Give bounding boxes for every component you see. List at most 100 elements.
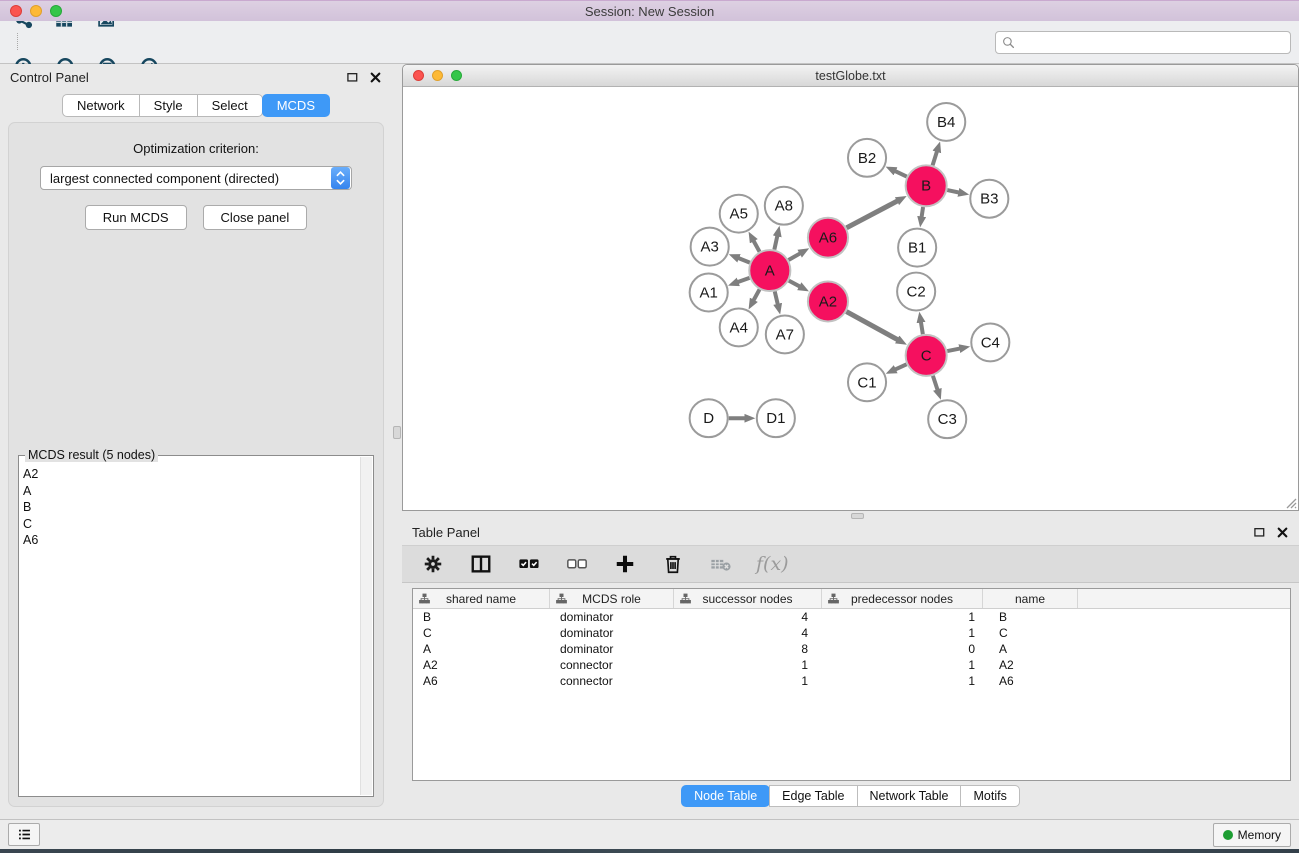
edge-A-A8[interactable] xyxy=(774,236,777,250)
edge-C-C1[interactable] xyxy=(895,364,906,369)
table-row[interactable]: Bdominator41B xyxy=(413,609,1290,625)
cell[interactable]: 0 xyxy=(822,642,983,656)
cell[interactable]: dominator xyxy=(550,610,674,624)
close-panel-button[interactable]: Close panel xyxy=(203,205,308,230)
cell[interactable]: dominator xyxy=(550,626,674,640)
network-window-titlebar[interactable]: testGlobe.txt xyxy=(403,65,1298,87)
column-header-MCDS-role[interactable]: MCDS role xyxy=(550,589,674,608)
tab-edge-table[interactable]: Edge Table xyxy=(769,785,857,807)
edge-A-A1[interactable] xyxy=(738,278,750,282)
cell[interactable]: 4 xyxy=(674,610,822,624)
search-field[interactable] xyxy=(995,31,1291,54)
network-graph[interactable]: B4B2BB3A8A5A6A3B1AA1C2A2A4A7C4CC1C3DD1 xyxy=(403,87,1298,510)
table-panel: Table Panel f(x) shared nameMCDS rolesuc… xyxy=(402,520,1299,819)
edge-B-B1[interactable] xyxy=(922,207,923,217)
cell[interactable]: C xyxy=(983,626,1078,640)
cell[interactable]: 1 xyxy=(822,674,983,688)
memory-button[interactable]: Memory xyxy=(1213,823,1291,847)
edge-A2-C[interactable] xyxy=(846,312,897,340)
resize-handle-icon[interactable] xyxy=(1283,495,1297,509)
tab-network-table[interactable]: Network Table xyxy=(857,785,962,807)
edge-C-C3[interactable] xyxy=(933,376,938,390)
edge-A-A5[interactable] xyxy=(754,241,760,252)
result-item[interactable]: B xyxy=(23,499,371,516)
edge-B-B4[interactable] xyxy=(933,151,937,165)
node-label-A: A xyxy=(765,263,775,280)
tab-style[interactable]: Style xyxy=(139,94,198,117)
network-canvas[interactable]: B4B2BB3A8A5A6A3B1AA1C2A2A4A7C4CC1C3DD1 xyxy=(403,87,1298,510)
hierarchy-icon xyxy=(419,593,430,604)
column-header-successor-nodes[interactable]: successor nodes xyxy=(674,589,822,608)
cell[interactable]: C xyxy=(413,626,550,640)
edge-A-A7[interactable] xyxy=(775,291,778,304)
cell[interactable]: 1 xyxy=(674,674,822,688)
result-item[interactable]: A6 xyxy=(23,532,371,549)
splitter-grip-h[interactable] xyxy=(851,513,864,519)
cell[interactable]: 8 xyxy=(674,642,822,656)
result-item[interactable]: A xyxy=(23,483,371,500)
tab-network[interactable]: Network xyxy=(62,94,140,117)
close-panel-icon[interactable] xyxy=(369,71,382,84)
result-scrollbar[interactable] xyxy=(360,457,372,795)
cell[interactable]: 1 xyxy=(674,658,822,672)
select-all-button[interactable] xyxy=(516,551,542,577)
cell[interactable]: A2 xyxy=(983,658,1078,672)
vertical-splitter[interactable] xyxy=(392,64,402,819)
tab-mcds[interactable]: MCDS xyxy=(262,94,330,117)
node-label-C4: C4 xyxy=(981,334,1000,351)
task-history-button[interactable] xyxy=(8,823,40,846)
cell[interactable]: B xyxy=(413,610,550,624)
cell[interactable]: A xyxy=(983,642,1078,656)
delete-row-button[interactable] xyxy=(660,551,686,577)
float-panel-icon[interactable] xyxy=(346,71,359,84)
edge-C-C4[interactable] xyxy=(947,349,960,352)
table-settings-button[interactable] xyxy=(420,551,446,577)
float-table-panel-icon[interactable] xyxy=(1253,526,1266,539)
column-header-predecessor-nodes[interactable]: predecessor nodes xyxy=(822,589,983,608)
column-header-name[interactable]: name xyxy=(983,589,1078,608)
search-input[interactable] xyxy=(1019,35,1284,49)
edge-A-A3[interactable] xyxy=(739,258,750,262)
deselect-all-button[interactable] xyxy=(564,551,590,577)
criterion-dropdown[interactable]: largest connected component (directed) xyxy=(40,166,352,190)
add-row-button[interactable] xyxy=(612,551,638,577)
criterion-value: largest connected component (directed) xyxy=(41,171,331,186)
result-item[interactable]: A2 xyxy=(23,466,371,483)
close-table-panel-icon[interactable] xyxy=(1276,526,1289,539)
edge-B-B2[interactable] xyxy=(895,171,907,176)
tab-motifs[interactable]: Motifs xyxy=(960,785,1019,807)
result-item[interactable]: C xyxy=(23,516,371,533)
cell[interactable]: A6 xyxy=(413,674,550,688)
edge-B-B3[interactable] xyxy=(947,190,959,192)
column-header-shared-name[interactable]: shared name xyxy=(413,589,550,608)
run-mcds-button[interactable]: Run MCDS xyxy=(85,205,187,230)
edge-C-C2[interactable] xyxy=(921,322,923,334)
tab-node-table[interactable]: Node Table xyxy=(681,785,770,807)
cell[interactable]: A6 xyxy=(983,674,1078,688)
table-row[interactable]: A2connector11A2 xyxy=(413,657,1290,673)
cell[interactable]: 1 xyxy=(822,610,983,624)
splitter-grip[interactable] xyxy=(393,426,401,439)
main-toolbar xyxy=(0,21,1299,64)
edge-A-A4[interactable] xyxy=(754,289,760,300)
cell[interactable]: 1 xyxy=(822,626,983,640)
table-row[interactable]: A6connector11A6 xyxy=(413,673,1290,689)
cell[interactable]: dominator xyxy=(550,642,674,656)
cell[interactable]: connector xyxy=(550,674,674,688)
node-table[interactable]: shared nameMCDS rolesuccessor nodesprede… xyxy=(412,588,1291,781)
edge-A-A2[interactable] xyxy=(789,281,800,287)
table-row[interactable]: Cdominator41C xyxy=(413,625,1290,641)
cell[interactable]: 4 xyxy=(674,626,822,640)
cell[interactable]: connector xyxy=(550,658,674,672)
function-builder-button: f(x) xyxy=(756,553,789,575)
horizontal-splitter[interactable] xyxy=(402,511,1299,520)
cell[interactable]: A2 xyxy=(413,658,550,672)
cell[interactable]: B xyxy=(983,610,1078,624)
tab-select[interactable]: Select xyxy=(197,94,263,117)
cell[interactable]: 1 xyxy=(822,658,983,672)
edge-A6-B[interactable] xyxy=(847,201,898,228)
table-row[interactable]: Adominator80A xyxy=(413,641,1290,657)
edge-A-A6[interactable] xyxy=(789,253,801,260)
column-visibility-button[interactable] xyxy=(468,551,494,577)
cell[interactable]: A xyxy=(413,642,550,656)
